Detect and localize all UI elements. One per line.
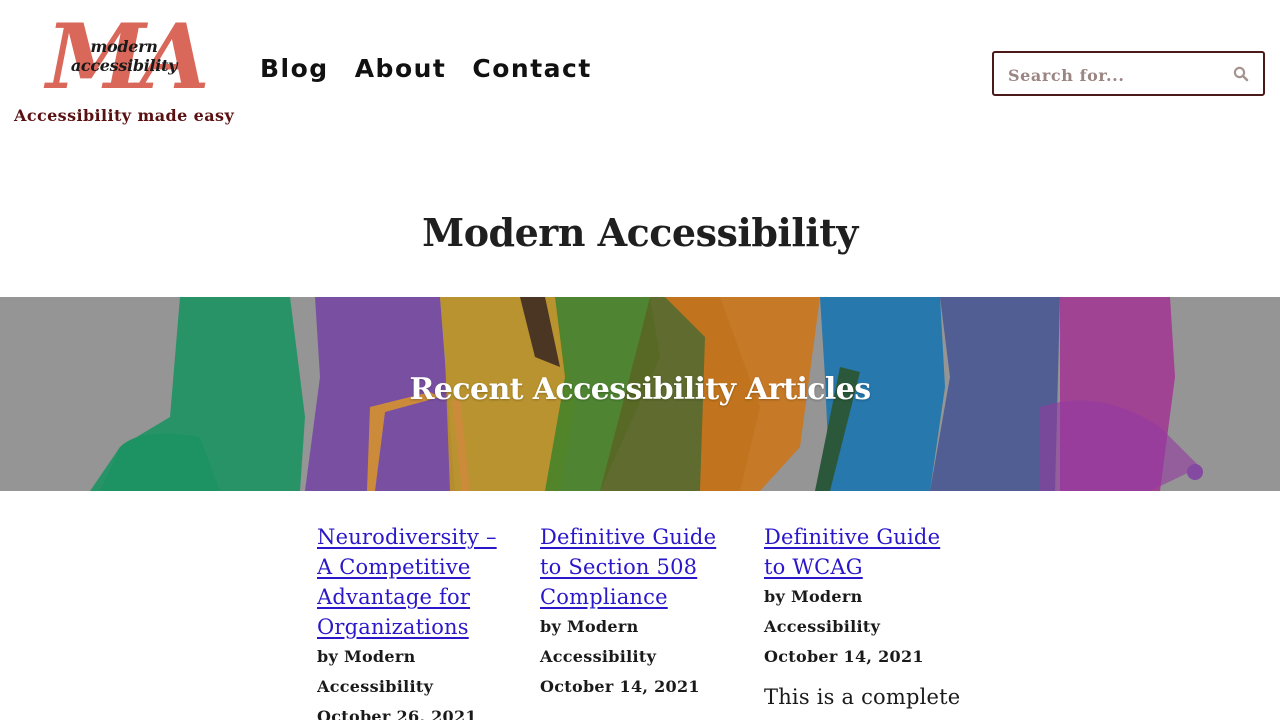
article-author: by Modern Accessibility [764, 587, 881, 636]
article-list: Neurodiversity – A Competitive Advantage… [317, 522, 977, 720]
article-title: Neurodiversity – A Competitive Advantage… [317, 522, 517, 642]
article-author: by Modern Accessibility [317, 647, 434, 696]
article-date: October 26, 2021 [317, 707, 477, 720]
search-box [992, 51, 1265, 96]
page-title: Modern Accessibility [422, 210, 858, 255]
article-date: October 14, 2021 [540, 677, 700, 696]
logo-tagline: Accessibility made easy [14, 106, 235, 125]
search-input[interactable] [1006, 61, 1220, 89]
nav-item-contact[interactable]: Contact [472, 54, 591, 83]
article-date: October 14, 2021 [764, 647, 924, 666]
search-icon[interactable] [1233, 66, 1249, 82]
article-title-link[interactable]: Neurodiversity – A Competitive Advantage… [317, 525, 497, 639]
article-title: Definitive Guide to WCAG [764, 522, 964, 582]
article-card: Definitive Guide to Section 508 Complian… [540, 522, 740, 702]
article-title-link[interactable]: Definitive Guide to Section 508 Complian… [540, 525, 716, 609]
banner-heading: Recent Accessibility Articles [409, 372, 871, 407]
article-card: Neurodiversity – A Competitive Advantage… [317, 522, 517, 720]
article-excerpt: This is a complete [764, 685, 961, 709]
article-author: by Modern Accessibility [540, 617, 657, 666]
logo-wordmark: modern accessibility [70, 37, 178, 75]
site-logo[interactable]: MA modern accessibility Accessibility ma… [14, 4, 235, 130]
primary-nav: Blog About Contact [260, 54, 618, 83]
article-title-link[interactable]: Definitive Guide to WCAG [764, 525, 940, 579]
article-card: Definitive Guide to WCAG by Modern Acces… [764, 522, 964, 712]
nav-item-blog[interactable]: Blog [260, 54, 329, 83]
nav-item-about[interactable]: About [355, 54, 447, 83]
site-header: MA modern accessibility Accessibility ma… [0, 0, 1280, 140]
article-title: Definitive Guide to Section 508 Complian… [540, 522, 740, 612]
